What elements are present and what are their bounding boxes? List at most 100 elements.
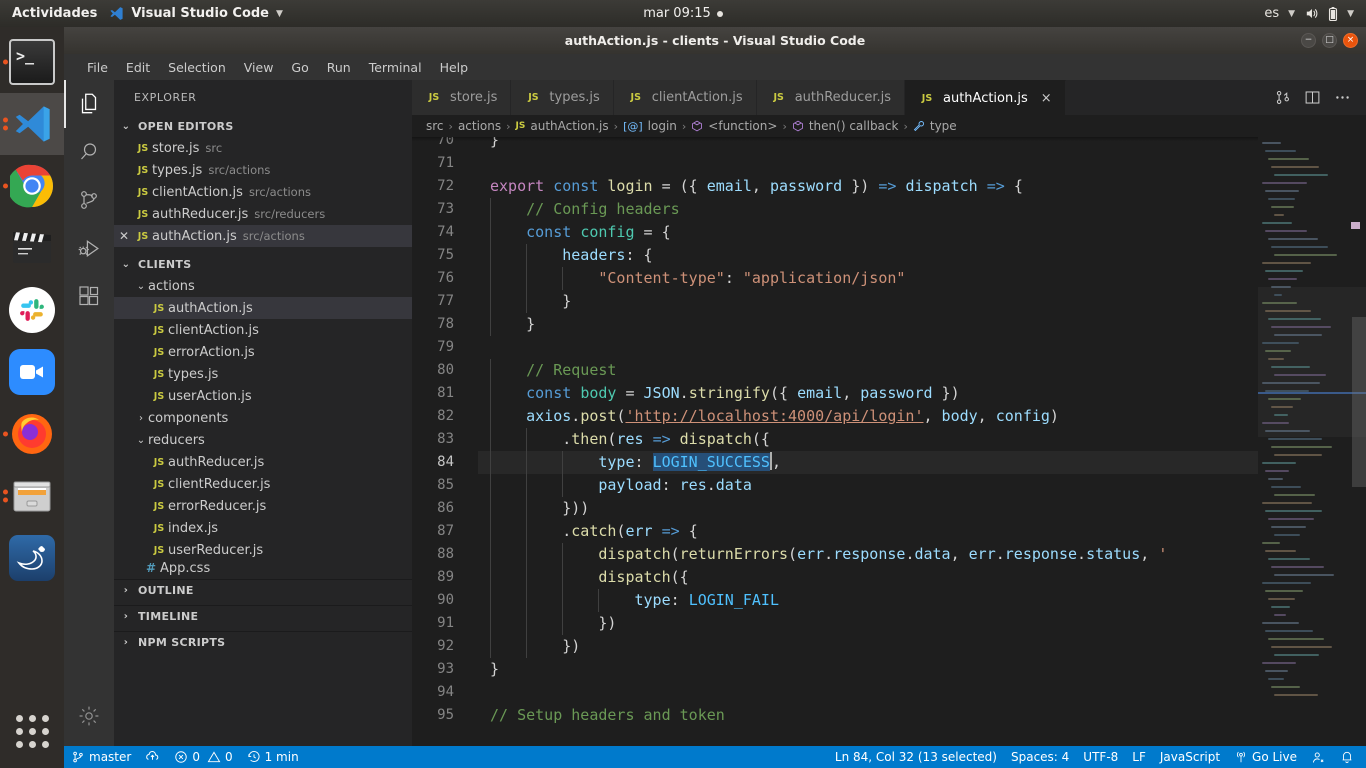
status-sync[interactable] [138, 746, 167, 768]
minimize-button[interactable]: − [1301, 33, 1316, 48]
code-line[interactable]: 71 [412, 152, 1258, 175]
tree-file-useraction[interactable]: JS userAction.js [114, 385, 412, 407]
code-line[interactable]: 70} [412, 137, 1258, 152]
close-button[interactable]: × [1343, 33, 1358, 48]
maximize-button[interactable]: □ [1322, 33, 1337, 48]
tab-store-js[interactable]: JS store.js [412, 80, 511, 115]
status-notifications[interactable] [1333, 746, 1366, 768]
tree-file-errorreducer[interactable]: JS errorReducer.js [114, 495, 412, 517]
menu-run[interactable]: Run [318, 57, 360, 78]
scrollbar-thumb[interactable] [1352, 317, 1366, 487]
menu-edit[interactable]: Edit [117, 57, 159, 78]
tree-file-clientreducer[interactable]: JS clientReducer.js [114, 473, 412, 495]
dock-item-video-editor[interactable] [0, 217, 64, 279]
status-encoding[interactable]: UTF-8 [1076, 746, 1125, 768]
tree-file-userreducer[interactable]: JS userReducer.js [114, 539, 412, 561]
breadcrumb-item-src[interactable]: src [426, 119, 444, 133]
menu-terminal[interactable]: Terminal [360, 57, 431, 78]
dock-item-slack[interactable] [0, 279, 64, 341]
code-line[interactable]: 73 // Config headers [412, 198, 1258, 221]
editor-scrollbar[interactable] [1352, 137, 1366, 746]
gnome-clock[interactable]: mar 09:15 [0, 6, 1366, 21]
code-editor[interactable]: 70}7172export const login = ({ email, pa… [412, 137, 1258, 746]
code-line[interactable]: 89 dispatch({ [412, 566, 1258, 589]
section-workspace[interactable]: ⌄ CLIENTS [114, 253, 412, 275]
code-line[interactable]: 95// Setup headers and token [412, 704, 1258, 727]
status-accounts[interactable] [1304, 746, 1333, 768]
status-editor-selection[interactable]: Ln 84, Col 32 (13 selected) [828, 746, 1004, 768]
activitybar-item-explorer[interactable] [64, 80, 114, 128]
breadcrumb-item-login[interactable]: login [648, 119, 677, 133]
status-branch[interactable]: master [64, 746, 138, 768]
tree-file-erroraction[interactable]: JS errorAction.js [114, 341, 412, 363]
close-icon[interactable]: ✕ [114, 229, 134, 243]
code-line[interactable]: 76 "Content-type": "application/json" [412, 267, 1258, 290]
tree-file-authaction[interactable]: JS authAction.js [114, 297, 412, 319]
section-open-editors[interactable]: ⌄ OPEN EDITORS [114, 115, 412, 137]
breadcrumb-item-file[interactable]: authAction.js [530, 119, 608, 133]
code-line[interactable]: 90 type: LOGIN_FAIL [412, 589, 1258, 612]
open-editor-row[interactable]: JS clientAction.js src/actions [114, 181, 412, 203]
activitybar-item-extensions[interactable] [64, 272, 114, 320]
dock-item-terminal[interactable]: >_ [0, 31, 64, 93]
code-line[interactable]: 81 const body = JSON.stringify({ email, … [412, 382, 1258, 405]
menu-help[interactable]: Help [431, 57, 478, 78]
code-line[interactable]: 91 }) [412, 612, 1258, 635]
split-diff-icon[interactable] [1268, 80, 1296, 115]
code-line[interactable]: 94 [412, 681, 1258, 704]
more-actions-icon[interactable] [1328, 80, 1356, 115]
activitybar-item-manage[interactable] [64, 692, 114, 740]
tab-types-js[interactable]: JS types.js [511, 80, 613, 115]
section-timeline[interactable]: › TIMELINE [114, 605, 412, 627]
code-line[interactable]: 84 type: LOGIN_SUCCESS, [412, 451, 1258, 474]
code-line[interactable]: 78 } [412, 313, 1258, 336]
code-line[interactable]: 75 headers: { [412, 244, 1258, 267]
code-line[interactable]: 74 const config = { [412, 221, 1258, 244]
minimap[interactable] [1258, 137, 1366, 746]
menu-file[interactable]: File [78, 57, 117, 78]
breadcrumb-item-type[interactable]: type [930, 119, 957, 133]
status-timer[interactable]: 1 min [240, 746, 306, 768]
dock-item-firefox[interactable] [0, 403, 64, 465]
tree-file-index[interactable]: JS index.js [114, 517, 412, 539]
activitybar-item-source-control[interactable] [64, 176, 114, 224]
activitybar-item-search[interactable] [64, 128, 114, 176]
status-eol[interactable]: LF [1125, 746, 1153, 768]
code-line[interactable]: 92 }) [412, 635, 1258, 658]
tree-file-authreducer[interactable]: JS authReducer.js [114, 451, 412, 473]
tree-folder-actions[interactable]: ⌄ actions [114, 275, 412, 297]
menu-selection[interactable]: Selection [159, 57, 235, 78]
breadcrumb-item-function[interactable]: <function> [708, 119, 777, 133]
status-language-mode[interactable]: JavaScript [1153, 746, 1227, 768]
status-problems[interactable]: 0 0 [167, 746, 239, 768]
code-line[interactable]: 79 [412, 336, 1258, 359]
code-line[interactable]: 86 })) [412, 497, 1258, 520]
code-line[interactable]: 83 .then(res => dispatch({ [412, 428, 1258, 451]
code-line[interactable]: 72export const login = ({ email, passwor… [412, 175, 1258, 198]
dock-item-file-manager[interactable] [0, 465, 64, 527]
section-npm-scripts[interactable]: › NPM SCRIPTS [114, 631, 412, 653]
tree-file-appcss[interactable]: # App.css [114, 561, 412, 575]
breadcrumb-item-actions[interactable]: actions [458, 119, 501, 133]
show-applications-button[interactable] [0, 700, 64, 762]
status-indentation[interactable]: Spaces: 4 [1004, 746, 1076, 768]
dock-item-visual-studio-code[interactable] [0, 93, 64, 155]
close-icon[interactable]: × [1041, 91, 1052, 106]
dock-item-zoom[interactable] [0, 341, 64, 403]
status-go-live[interactable]: Go Live [1227, 746, 1304, 768]
tab-authreducer-js[interactable]: JS authReducer.js [757, 80, 905, 115]
open-editor-row[interactable]: JS types.js src/actions [114, 159, 412, 181]
code-line[interactable]: 93} [412, 658, 1258, 681]
open-editor-row[interactable]: JS authReducer.js src/reducers [114, 203, 412, 225]
tab-authaction-js[interactable]: JS authAction.js × [905, 80, 1066, 115]
code-line[interactable]: 88 dispatch(returnErrors(err.response.da… [412, 543, 1258, 566]
code-line[interactable]: 82 axios.post('http://localhost:4000/api… [412, 405, 1258, 428]
split-editor-icon[interactable] [1298, 80, 1326, 115]
code-line[interactable]: 87 .catch(err => { [412, 520, 1258, 543]
code-line[interactable]: 77 } [412, 290, 1258, 313]
tree-folder-components[interactable]: › components [114, 407, 412, 429]
tree-file-clientaction[interactable]: JS clientAction.js [114, 319, 412, 341]
dock-item-mysql-workbench[interactable] [0, 527, 64, 589]
code-line[interactable]: 85 payload: res.data [412, 474, 1258, 497]
tab-clientaction-js[interactable]: JS clientAction.js [614, 80, 757, 115]
